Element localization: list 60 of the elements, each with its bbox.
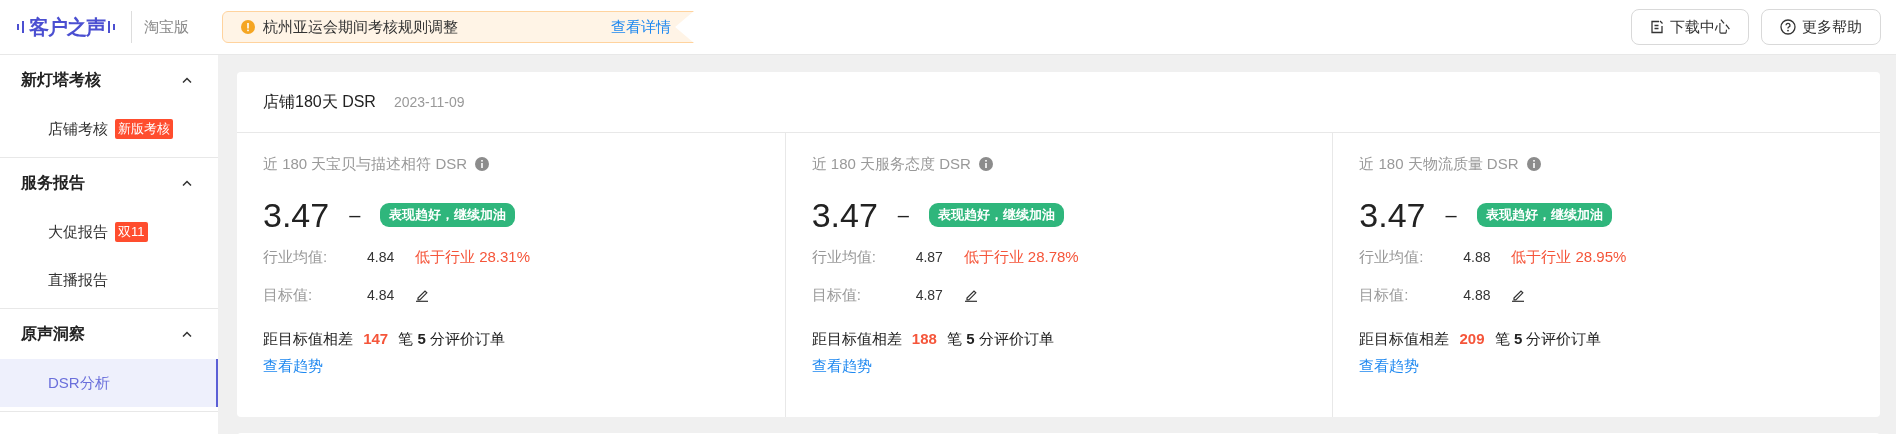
sound-bars-icon bbox=[108, 21, 117, 33]
trend-dash: – bbox=[897, 203, 909, 227]
logo-text: 客户之声 bbox=[29, 14, 105, 40]
comparison-text: 低于行业 28.78% bbox=[963, 247, 1079, 267]
info-icon bbox=[1526, 157, 1541, 171]
gap-sentence: 距目标值相差 147 笔 5 分评价订单 bbox=[263, 329, 507, 349]
field-label: 行业均值: bbox=[811, 247, 877, 267]
field-value: 4.84 bbox=[367, 287, 396, 303]
notice-text: 杭州亚运会期间考核规则调整 bbox=[263, 17, 459, 37]
field-value: 4.87 bbox=[915, 287, 944, 303]
status-tag: 表现趋好，继续加油 bbox=[928, 203, 1064, 227]
score-value: 3.47 bbox=[811, 195, 878, 235]
field-label: 目标值: bbox=[811, 285, 862, 305]
field-label: 行业均值: bbox=[1359, 247, 1425, 267]
comparison-text: 低于行业 28.95% bbox=[1511, 247, 1627, 267]
card-date: 2023-11-09 bbox=[393, 94, 465, 110]
document-icon bbox=[1650, 20, 1664, 34]
menu-item[interactable]: 大促报告 双11 bbox=[0, 208, 218, 256]
field-value: 4.84 bbox=[367, 249, 396, 265]
edition-label: 淘宝版 bbox=[144, 17, 189, 37]
help-button[interactable]: 更多帮助 bbox=[1761, 9, 1881, 45]
trend-dash: – bbox=[349, 203, 361, 227]
field-label: 行业均值: bbox=[263, 247, 329, 267]
metric-title: 近 180 天宝贝与描述相符 DSR bbox=[263, 154, 468, 174]
info-icon bbox=[475, 157, 490, 171]
trend-link[interactable]: 查看趋势 bbox=[811, 357, 872, 374]
field-value: 4.88 bbox=[1463, 287, 1492, 303]
edit-icon[interactable] bbox=[963, 288, 978, 302]
status-tag: 表现趋好，继续加油 bbox=[380, 203, 516, 227]
sound-bars-icon bbox=[17, 21, 26, 33]
field-label: 目标值: bbox=[263, 285, 314, 305]
menu-group-header[interactable]: 原声洞察 bbox=[0, 309, 218, 359]
edit-icon[interactable] bbox=[415, 288, 429, 302]
status-tag: 表现趋好，继续加油 bbox=[1476, 203, 1612, 227]
trend-dash: – bbox=[1445, 203, 1457, 227]
field-label: 目标值: bbox=[1359, 285, 1410, 305]
edit-icon[interactable] bbox=[1511, 288, 1526, 302]
card-title: 店铺180天 DSR bbox=[263, 91, 376, 112]
score-value: 3.47 bbox=[1359, 195, 1426, 235]
gap-sentence: 距目标值相差 188 笔 5 分评价订单 bbox=[811, 329, 1055, 349]
score-value: 3.47 bbox=[263, 195, 330, 235]
badge: 双11 bbox=[115, 222, 148, 242]
metric-title: 近 180 天服务态度 DSR bbox=[811, 154, 971, 174]
menu-group-header[interactable]: 新灯塔考核 bbox=[0, 55, 218, 105]
info-icon bbox=[978, 157, 993, 171]
metric-title: 近 180 天物流质量 DSR bbox=[1359, 154, 1519, 174]
badge: 新版考核 bbox=[115, 119, 173, 139]
menu-item[interactable]: 直播报告 bbox=[0, 256, 218, 304]
help-icon bbox=[1780, 19, 1796, 35]
trend-link[interactable]: 查看趋势 bbox=[1359, 357, 1420, 374]
warning-icon bbox=[241, 20, 255, 34]
gap-sentence: 距目标值相差 209 笔 5 分评价订单 bbox=[1359, 329, 1603, 349]
field-value: 4.87 bbox=[915, 249, 944, 265]
menu-group-header[interactable]: 服务报告 bbox=[0, 158, 218, 208]
trend-link[interactable]: 查看趋势 bbox=[263, 357, 323, 374]
download-button[interactable]: 下载中心 bbox=[1631, 9, 1749, 45]
menu-item[interactable]: 店铺考核 新版考核 bbox=[0, 105, 218, 153]
menu-item[interactable]: DSR分析 bbox=[0, 359, 218, 407]
comparison-text: 低于行业 28.31% bbox=[415, 247, 531, 267]
field-value: 4.88 bbox=[1463, 249, 1492, 265]
